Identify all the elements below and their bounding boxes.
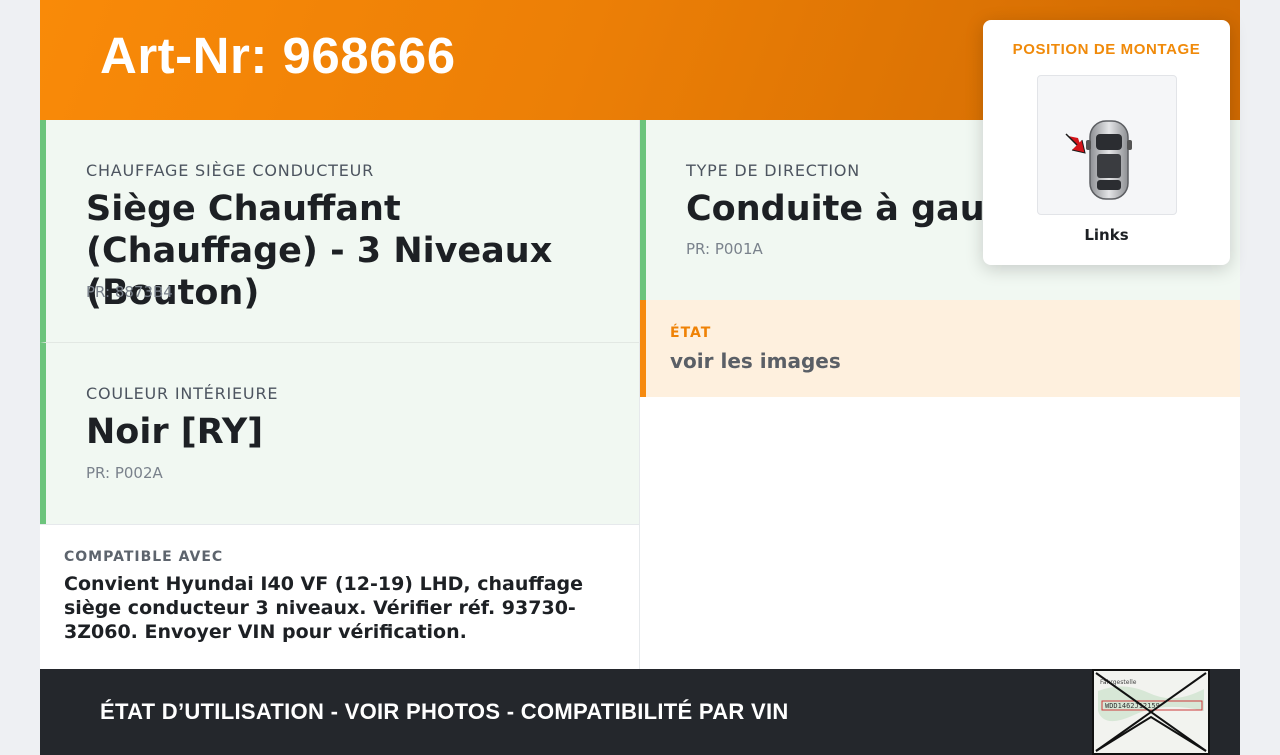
mounting-position-label: POSITION DE MONTAGE <box>1012 41 1201 58</box>
mounting-position-caption: Links <box>1084 226 1129 244</box>
vin-plate-image: Fahrgestelle WDD1462J12159 <box>1094 671 1208 753</box>
condition-label: ÉTAT <box>670 325 712 341</box>
car-top-view-icon <box>1065 120 1132 200</box>
detail-label: TYPE DE DIRECTION <box>686 161 860 180</box>
detail-value: Noir [RY] <box>86 412 264 452</box>
compatibility-section: COMPATIBLE AVEC Convient Hyundai I40 VF … <box>40 524 639 669</box>
vin-plate-thumbnail[interactable]: Fahrgestelle WDD1462J12159 <box>1092 669 1210 755</box>
condition-value: voir les images <box>670 349 841 373</box>
detail-pr-code: PR: 8873B4 <box>86 283 173 301</box>
thumbnail-line-2: WDD1462J12159 <box>1105 702 1160 710</box>
detail-seat-heating: CHAUFFAGE SIÈGE CONDUCTEUR Siège Chauffa… <box>40 120 639 343</box>
condition-box: ÉTAT voir les images <box>640 300 1240 397</box>
detail-label: COULEUR INTÉRIEURE <box>86 384 279 403</box>
mounting-position-image[interactable] <box>1037 75 1177 215</box>
detail-pr-code: PR: P001A <box>686 240 763 258</box>
article-number-title: Art-Nr: 968666 <box>100 27 456 84</box>
detail-label: CHAUFFAGE SIÈGE CONDUCTEUR <box>86 161 375 180</box>
footer-text: ÉTAT D’UTILISATION - VOIR PHOTOS - COMPA… <box>100 699 789 724</box>
compatibility-text: Convient Hyundai I40 VF (12-19) LHD, cha… <box>64 573 584 643</box>
mounting-position-card: POSITION DE MONTAGE Links <box>983 20 1230 265</box>
footer-banner: ÉTAT D’UTILISATION - VOIR PHOTOS - COMPA… <box>40 669 1240 755</box>
detail-pr-code: PR: P002A <box>86 464 163 482</box>
detail-interior-color: COULEUR INTÉRIEURE Noir [RY] PR: P002A <box>40 343 639 524</box>
compatibility-label: COMPATIBLE AVEC <box>64 549 224 565</box>
